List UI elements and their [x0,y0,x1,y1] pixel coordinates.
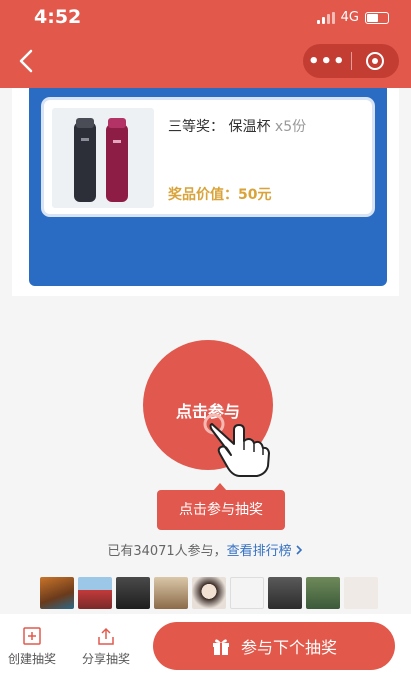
share-lottery-label: 分享抽奖 [81,652,130,666]
add-icon [23,627,41,645]
prize-title: 三等奖： 保温杯 x5份 [168,116,306,136]
close-miniprogram-icon [366,52,385,70]
prize-value: 奖品价值：50元 [168,184,271,204]
avatar[interactable] [306,577,340,609]
more-icon: ••• [307,50,346,72]
more-button[interactable]: ••• [303,51,351,72]
prize-value-amount: 50元 [238,187,272,203]
leaderboard-link-label: 查看排行榜 [226,544,292,559]
avatar[interactable] [268,577,302,609]
hand-pointer-icon [203,413,270,477]
status-time: 4:52 [34,6,82,28]
top-bar: 4:52 4G ••• [0,0,411,88]
prize-quantity: x5份 [274,119,307,135]
next-lottery-label: 参与下个抽奖 [240,638,337,657]
prize-card[interactable]: 三等奖： 保温杯 x5份 奖品价值：50元 [44,100,372,214]
leaderboard-link[interactable]: 查看排行榜 [227,544,304,559]
prize-rank: 三等奖： [168,119,224,135]
avatar[interactable] [230,577,264,609]
share-icon [98,627,114,645]
create-lottery-button[interactable]: 创建抽奖 [6,626,58,667]
create-lottery-label: 创建抽奖 [7,652,56,666]
back-button[interactable] [16,48,38,74]
chevron-right-icon [296,545,302,555]
prize-value-label: 奖品价值： [168,187,238,203]
gift-icon [212,639,229,655]
prize-name: 保温杯 [228,119,271,135]
participants-line: 已有34071人参与，查看排行榜 [0,540,411,559]
miniprogram-capsule: ••• [303,44,399,78]
battery-icon [365,11,389,24]
participants-count: 已有34071人参与， [107,544,227,559]
signal-icon [316,11,335,24]
join-tooltip: 点击参与抽奖 [157,490,285,530]
prize-image [52,108,154,208]
status-indicators: 4G [316,10,389,25]
avatar[interactable] [78,577,112,609]
next-lottery-button[interactable]: 参与下个抽奖 [153,622,395,670]
participant-avatars [40,577,380,609]
share-lottery-button[interactable]: 分享抽奖 [80,626,132,667]
avatar[interactable] [40,577,74,609]
avatar[interactable] [344,577,378,609]
network-type: 4G [340,10,359,25]
avatar[interactable] [192,577,226,609]
back-icon [19,49,33,73]
close-miniprogram-button[interactable] [352,51,400,71]
avatar[interactable] [116,577,150,609]
avatar[interactable] [154,577,188,609]
